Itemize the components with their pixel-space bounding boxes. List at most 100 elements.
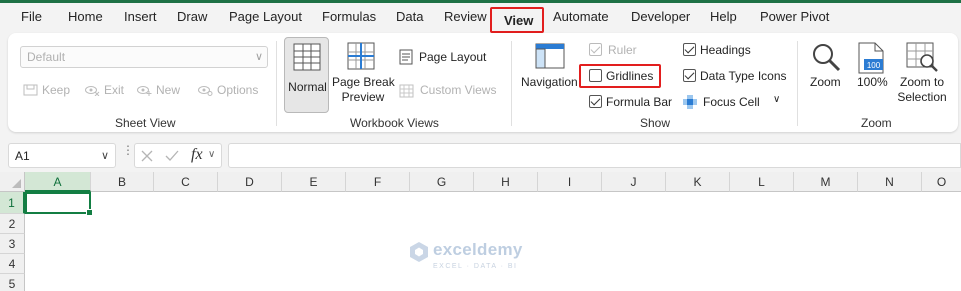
group-label-workbook-views: Workbook Views <box>350 116 439 130</box>
tab-insert[interactable]: Insert <box>124 9 157 24</box>
exit-button[interactable]: Exit <box>85 83 124 97</box>
row-header-5[interactable]: 5 <box>0 274 25 291</box>
cancel-icon[interactable] <box>141 150 153 162</box>
column-header-m[interactable]: M <box>794 172 858 192</box>
enter-check-icon[interactable] <box>165 150 179 162</box>
row-header-1[interactable]: 1 <box>0 192 25 214</box>
page-break-preview-button[interactable]: Page Break Preview <box>332 37 395 113</box>
tab-view-label: View <box>504 13 534 28</box>
name-box[interactable]: A1 ∨ <box>8 143 116 168</box>
page-layout-button[interactable]: Page Layout <box>399 47 499 67</box>
options-label: Options <box>217 83 259 97</box>
tab-formulas[interactable]: Formulas <box>322 9 376 24</box>
headings-check-icon <box>683 43 696 56</box>
group-divider <box>276 41 277 126</box>
chevron-down-icon: ∨ <box>773 94 781 105</box>
sheet-view-dropdown-value: Default <box>27 50 66 64</box>
name-box-value: A1 <box>15 149 30 163</box>
selected-cell-a1[interactable] <box>25 192 93 216</box>
chevron-down-icon: ∨ <box>100 150 109 162</box>
options-icon <box>198 86 213 96</box>
navigation-button[interactable]: Navigation <box>520 37 580 97</box>
formula-bar-checkbox[interactable]: Formula Bar <box>588 94 678 110</box>
chevron-down-icon: ∨ <box>254 51 263 63</box>
chevron-down-icon[interactable]: ∨ <box>208 149 215 160</box>
keep-icon <box>23 84 38 96</box>
column-header-h[interactable]: H <box>474 172 538 192</box>
options-button[interactable]: Options <box>198 83 258 97</box>
page-layout-label: Page Layout <box>419 50 487 64</box>
drag-handle-icon[interactable]: ⋮ <box>122 144 134 156</box>
column-header-k[interactable]: K <box>666 172 730 192</box>
tab-view[interactable]: View <box>490 7 544 33</box>
tab-review[interactable]: Review <box>444 9 487 24</box>
page-break-preview-icon <box>347 42 375 70</box>
column-header-c[interactable]: C <box>154 172 218 192</box>
column-header-a[interactable]: A <box>25 172 91 192</box>
column-header-n[interactable]: N <box>858 172 922 192</box>
exit-label: Exit <box>104 83 125 97</box>
formula-input[interactable] <box>228 143 961 168</box>
new-view-icon <box>137 86 152 96</box>
tab-file[interactable]: File <box>21 9 42 24</box>
column-header-b[interactable]: B <box>91 172 154 192</box>
custom-views-label: Custom Views <box>420 83 497 97</box>
new-label: New <box>156 83 181 97</box>
tab-draw[interactable]: Draw <box>177 9 207 24</box>
group-label-show: Show <box>640 116 671 130</box>
zoom-to-selection-label-2: Selection <box>897 90 947 104</box>
zoom-to-selection-button[interactable]: Zoom to Selection <box>894 37 950 109</box>
insert-function-button[interactable]: fx <box>191 146 203 164</box>
column-header-e[interactable]: E <box>282 172 346 192</box>
zoom-100-icon: 100 <box>858 42 884 74</box>
excel-window: File Home Insert Draw Page Layout Formul… <box>0 0 961 291</box>
sheet-view-dropdown[interactable]: Default ∨ <box>20 46 268 68</box>
focus-cell-button[interactable]: Focus Cell ∨ <box>682 93 787 111</box>
group-label-sheet-view: Sheet View <box>115 116 176 130</box>
gridlines-highlight <box>579 64 661 88</box>
tab-automate[interactable]: Automate <box>553 9 609 24</box>
headings-checkbox[interactable]: Headings <box>682 42 762 58</box>
zoom-button[interactable]: Zoom <box>807 37 847 97</box>
column-header-l[interactable]: L <box>730 172 794 192</box>
navigation-label: Navigation <box>521 75 578 89</box>
group-divider <box>797 41 798 126</box>
row-header-2[interactable]: 2 <box>0 214 25 234</box>
tab-data[interactable]: Data <box>396 9 423 24</box>
formula-bar-row: A1 ∨ ⋮ fx ∨ <box>0 140 961 170</box>
ruler-checkbox[interactable]: Ruler <box>588 42 658 58</box>
headings-label: Headings <box>700 43 751 57</box>
normal-view-icon <box>293 43 321 71</box>
zoom-to-selection-icon <box>906 42 938 72</box>
keep-button[interactable]: Keep <box>23 83 70 97</box>
column-header-d[interactable]: D <box>218 172 282 192</box>
exit-icon <box>85 86 100 96</box>
ruler-check-icon <box>589 43 602 56</box>
watermark-tagline: EXCEL · DATA · BI <box>433 263 518 270</box>
custom-views-button[interactable]: Custom Views <box>399 80 504 100</box>
formula-bar-label: Formula Bar <box>606 95 673 109</box>
tab-developer[interactable]: Developer <box>631 9 690 24</box>
row-header-4[interactable]: 4 <box>0 254 25 274</box>
tab-home[interactable]: Home <box>68 9 103 24</box>
tab-power-pivot[interactable]: Power Pivot <box>760 9 829 24</box>
zoom-100-label: 100% <box>857 75 888 89</box>
column-header-g[interactable]: G <box>410 172 474 192</box>
exceldemy-logo-icon <box>410 242 428 262</box>
data-type-icons-checkbox[interactable]: Data Type Icons <box>682 68 792 84</box>
focus-cell-label: Focus Cell <box>703 95 760 109</box>
column-header-i[interactable]: I <box>538 172 602 192</box>
column-header-f[interactable]: F <box>346 172 410 192</box>
row-header-3[interactable]: 3 <box>0 234 25 254</box>
select-all-corner[interactable] <box>0 172 25 192</box>
keep-label: Keep <box>42 83 71 97</box>
tab-help[interactable]: Help <box>710 9 737 24</box>
zoom-100-button[interactable]: 100 100% <box>854 37 890 97</box>
tab-page-layout[interactable]: Page Layout <box>229 9 302 24</box>
group-label-zoom: Zoom <box>861 116 892 130</box>
new-button[interactable]: New <box>137 83 180 97</box>
column-header-j[interactable]: J <box>602 172 666 192</box>
ribbon-tabs: File Home Insert Draw Page Layout Formul… <box>0 3 961 33</box>
column-header-o[interactable]: O <box>922 172 961 192</box>
normal-view-button[interactable]: Normal <box>284 37 329 113</box>
